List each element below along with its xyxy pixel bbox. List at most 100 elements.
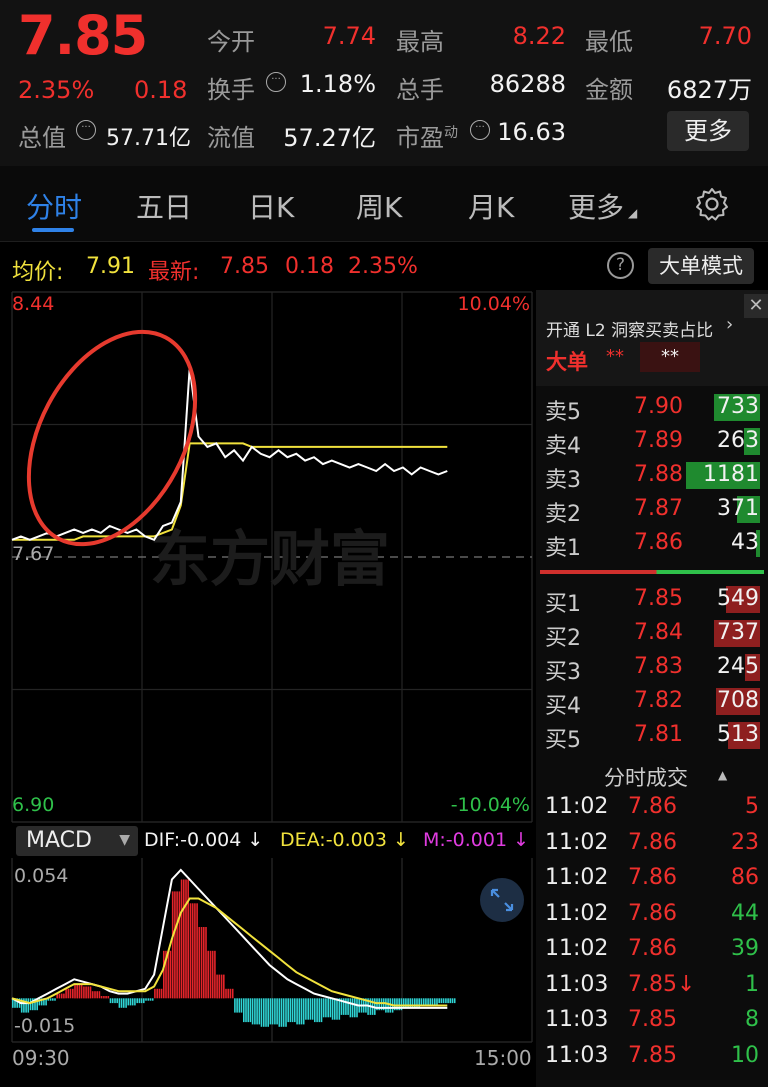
settings-gear-icon[interactable] — [694, 186, 730, 222]
macd-bar — [98, 991, 101, 999]
more-button[interactable]: 更多 — [667, 111, 749, 151]
macd-bar — [453, 998, 456, 1004]
pe-info-icon[interactable]: ··· — [470, 118, 490, 146]
help-icon[interactable]: ? — [607, 252, 634, 279]
bid-level-row[interactable]: 买1 7.85 549 — [536, 582, 768, 617]
bid-level-row[interactable]: 买4 7.82 708 — [536, 684, 768, 719]
bid-level-label: 买4 — [545, 694, 581, 719]
macd-bar — [278, 998, 281, 1027]
l2-promo-label: 开通 L2 洞察买卖占比 — [546, 321, 714, 341]
trades-title[interactable]: 分时成交 — [604, 762, 688, 792]
indicator-select[interactable]: MACD ▼ — [16, 826, 138, 856]
macd-bar — [87, 986, 90, 999]
trade-row: 11:02 7.86 44 — [536, 897, 768, 932]
macd-bar — [89, 986, 92, 999]
macd-bar — [276, 998, 278, 1025]
volume-label: 总手 — [396, 76, 444, 104]
bid-level-row[interactable]: 买2 7.84 737 — [536, 616, 768, 651]
macd-bar — [387, 998, 389, 1013]
amount-label: 金额 — [585, 76, 633, 104]
big-order-stars-box: ** — [640, 342, 700, 372]
intraday-chart[interactable]: 东方财富 8.44 7.67 6.90 10.04% -10.04% — [0, 290, 534, 824]
chevron-right-icon: › — [726, 314, 734, 335]
m-value: M:-0.001 ↓ — [423, 829, 530, 851]
macd-bar — [138, 998, 141, 1004]
macd-bar — [103, 996, 105, 999]
macd-bar — [440, 998, 443, 1004]
ask-level-volume: 371 — [717, 496, 759, 521]
macd-bar — [269, 998, 272, 1025]
bid-level-label: 买5 — [545, 728, 581, 753]
trade-volume: 23 — [731, 829, 759, 855]
macd-bar — [351, 998, 354, 1018]
ask-level-row[interactable]: 卖2 7.87 371 — [536, 492, 768, 527]
caret-up-icon[interactable]: ▲ — [718, 768, 727, 782]
trade-time: 11:02 — [545, 794, 609, 819]
macd-chart[interactable]: 0.054 -0.015 — [0, 856, 534, 1044]
tab-intraday[interactable]: 分时 — [26, 186, 82, 226]
trade-time: 11:03 — [545, 1042, 609, 1068]
ask-level-row[interactable]: 卖4 7.89 263 — [536, 424, 768, 459]
ask-level-price: 7.90 — [634, 394, 683, 419]
macd-bar — [67, 988, 70, 999]
macd-bar — [251, 998, 254, 1025]
l2-promo[interactable]: 开通 L2 洞察买卖占比 › 大单 ** ** — [536, 290, 768, 386]
macd-bar — [205, 927, 207, 999]
close-icon[interactable]: ✕ — [744, 294, 768, 318]
ask-level-price: 7.89 — [634, 428, 683, 453]
ask-level-volume: 43 — [731, 530, 759, 555]
macd-bar — [114, 998, 116, 1004]
tab-five-day[interactable]: 五日 — [136, 186, 192, 226]
macd-bar — [427, 998, 429, 1006]
chart-series — [11, 367, 448, 542]
tab-weekly-k[interactable]: 周K — [356, 186, 402, 226]
trade-row: 11:02 7.86 23 — [536, 826, 768, 861]
ask-level-row[interactable]: 卖5 7.90 733 — [536, 390, 768, 425]
macd-bar — [107, 996, 110, 999]
macd-bar — [271, 998, 274, 1025]
trade-price: 7.86 — [628, 900, 677, 926]
macd-bar — [160, 988, 163, 999]
macd-bar — [442, 998, 445, 1004]
turnover-info-icon[interactable]: ··· — [266, 70, 286, 98]
tab-more[interactable]: 更多 ◢ — [568, 186, 637, 226]
quote-header: 7.85 2.35% 0.18 总值 ··· 57.71亿 今开 7.74 最高… — [0, 0, 768, 166]
period-tabs: 分时 五日 日K 周K 月K 更多 ◢ — [0, 166, 768, 242]
macd-bar — [282, 998, 285, 1027]
macd-bar — [445, 998, 447, 1004]
pe-label: 市盈动 — [396, 124, 458, 152]
macd-bar — [436, 998, 438, 1006]
trade-time: 11:02 — [545, 865, 609, 890]
bid-level-row[interactable]: 买3 7.83 245 — [536, 650, 768, 685]
macd-bar — [118, 998, 121, 1008]
ask-level-row[interactable]: 卖3 7.88 1181 — [536, 458, 768, 493]
ask-level-label: 卖2 — [545, 502, 581, 527]
bid-level-price: 7.85 — [634, 586, 683, 611]
active-tab-indicator — [32, 228, 74, 232]
ask-level-row[interactable]: 卖1 7.86 43 — [536, 526, 768, 561]
macd-bar — [305, 998, 307, 1020]
more-info-icon[interactable]: ··· — [76, 118, 96, 146]
latest-change: 0.18 — [285, 254, 334, 279]
ask-level-label: 卖3 — [545, 468, 581, 493]
macd-bar — [180, 879, 183, 999]
buy-sell-ratio-bar — [540, 570, 764, 574]
macd-bar — [207, 950, 209, 999]
big-order-mode-button[interactable]: 大单模式 — [648, 248, 754, 284]
macd-bar — [158, 988, 161, 999]
macd-bar — [294, 998, 296, 1023]
trade-time: 11:02 — [545, 936, 609, 961]
expand-icon[interactable] — [480, 878, 524, 922]
tab-monthly-k[interactable]: 月K — [468, 186, 514, 226]
pct-bottom-label: -10.04% — [451, 794, 530, 816]
trade-row: 11:03 7.85 10 — [536, 1039, 768, 1074]
tab-daily-k[interactable]: 日K — [248, 186, 294, 226]
macd-bar — [203, 927, 205, 999]
trade-row: 11:03 7.85↓ 1 — [536, 968, 768, 1003]
macd-bar — [302, 998, 305, 1025]
bid-level-volume: 245 — [717, 654, 759, 679]
y-top-label: 8.44 — [12, 293, 54, 315]
macd-bar — [167, 950, 170, 999]
bid-level-row[interactable]: 买5 7.81 513 — [536, 718, 768, 753]
macd-bar — [234, 998, 236, 1013]
